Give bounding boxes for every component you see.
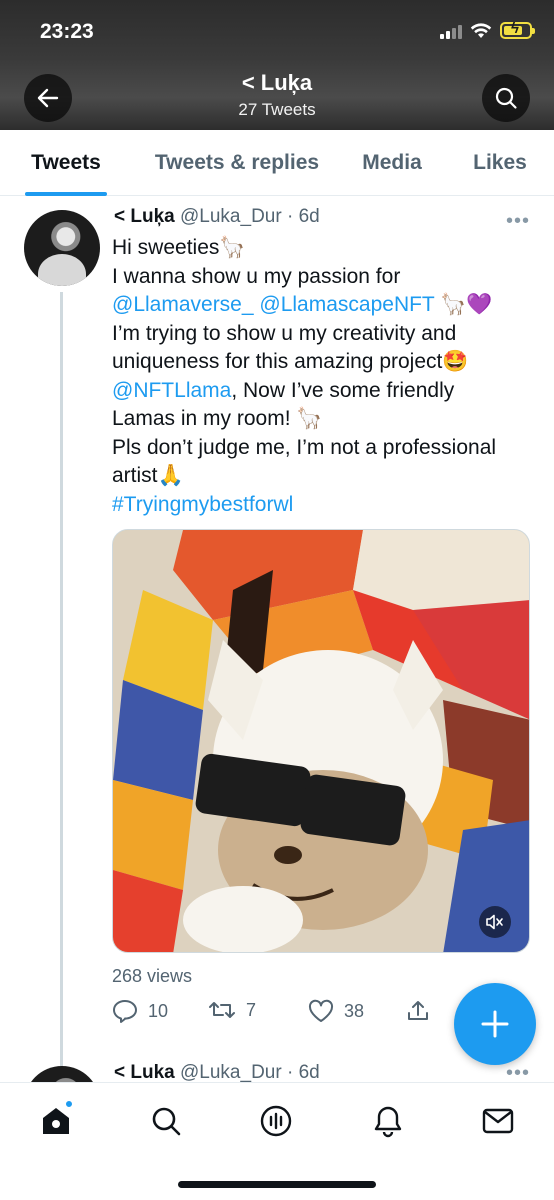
more-options-icon[interactable]: •••: [506, 1062, 530, 1082]
tweet-count: 27 Tweets: [238, 100, 316, 119]
volume-mute-icon: [486, 914, 503, 930]
tweet-line: Lamas in my room! 🦙: [112, 407, 323, 430]
battery-charging-icon: ϟ: [500, 20, 535, 39]
wifi-icon: [470, 22, 492, 38]
mention-link[interactable]: @NFTLlama: [112, 379, 231, 402]
next-tweet[interactable]: < Luka @Luka_Dur · 6d •••: [0, 1060, 554, 1082]
tweet-line: @Llamaverse_ @LlamascapeNFT 🦙💜: [112, 291, 532, 320]
cellular-signal-icon: [440, 23, 462, 39]
nav-spaces[interactable]: [256, 1101, 296, 1141]
tab-likes[interactable]: Likes: [468, 130, 532, 196]
share-icon: [408, 1001, 428, 1020]
tweet-line: @NFTLlama, Now I’ve some friendly: [112, 377, 532, 406]
retweet-icon: [209, 1002, 235, 1018]
tweet-text-fragment: , Now I’ve some friendly: [231, 378, 455, 402]
emoji-text: 🦙💜: [434, 293, 493, 316]
reply-count: 10: [148, 1000, 169, 1021]
mail-icon: [482, 1108, 514, 1134]
tweet-actions: 10 7 38: [112, 999, 442, 1029]
tweet-text: Hi sweeties🦙 I wanna show u my passion f…: [112, 234, 532, 519]
tweet-header: < Luķa @Luka_Dur · 6d: [114, 206, 320, 228]
retweet-count: 7: [246, 999, 257, 1020]
tab-label: Likes: [473, 151, 527, 174]
tab-tweets-and-replies[interactable]: Tweets & replies: [148, 130, 326, 196]
profile-tabs: Tweets Tweets & replies Media Likes: [0, 130, 554, 196]
home-indicator: [178, 1181, 376, 1188]
bottom-navigation: [0, 1082, 554, 1200]
search-icon: [495, 87, 517, 109]
compose-tweet-button[interactable]: [454, 983, 536, 1065]
hashtag-link[interactable]: #Tryingmybestforwl: [112, 491, 532, 520]
author-name[interactable]: < Luka: [114, 1062, 175, 1082]
avatar[interactable]: [24, 210, 100, 286]
profile-screen: 23:23 ϟ < Luķa 27 Tweets Tweets Tweets &…: [0, 0, 554, 1200]
thread-line: [60, 292, 63, 1162]
status-time: 23:23: [40, 20, 94, 43]
tweet-line: I’m trying to show u my creativity and: [112, 321, 457, 345]
tab-media[interactable]: Media: [356, 130, 428, 196]
tweet-header: < Luka @Luka_Dur · 6d: [114, 1062, 320, 1082]
notification-dot: [64, 1099, 74, 1109]
like-button[interactable]: 38: [308, 999, 364, 1023]
nav-messages[interactable]: [478, 1101, 518, 1141]
reply-button[interactable]: 10: [112, 999, 168, 1023]
profile-name: < Luķa: [241, 70, 313, 95]
tweet-line: artist🙏: [112, 464, 184, 487]
spaces-microphone-icon: [260, 1105, 292, 1137]
plus-icon: [481, 1010, 509, 1038]
author-name[interactable]: < Luķa: [114, 206, 175, 227]
mention-link[interactable]: @Llamaverse_: [112, 293, 254, 316]
author-handle[interactable]: @Luka_Dur: [180, 206, 282, 227]
heart-icon: [308, 999, 334, 1022]
status-icons: ϟ: [440, 20, 535, 39]
reply-icon: [113, 1000, 137, 1023]
llama-painting-image: [113, 530, 529, 952]
nav-notifications[interactable]: [368, 1101, 408, 1141]
tab-label: Tweets & replies: [154, 151, 320, 174]
search-icon: [152, 1107, 181, 1136]
mute-button[interactable]: [479, 906, 511, 938]
tweet-line: Pls don’t judge me, I’m not a profession…: [112, 435, 497, 459]
nav-home[interactable]: [36, 1099, 76, 1141]
tweet-time: · 6d: [286, 1062, 320, 1082]
retweet-button[interactable]: 7: [208, 999, 256, 1021]
header-title-block: < Luķa 27 Tweets: [0, 70, 554, 120]
like-count: 38: [344, 1000, 365, 1021]
active-tab-indicator: [25, 192, 107, 196]
author-handle[interactable]: @Luka_Dur: [180, 1062, 282, 1082]
tab-tweets[interactable]: Tweets: [22, 130, 110, 196]
tab-label: Tweets: [31, 151, 101, 174]
tweet-line: I wanna show u my passion for: [112, 264, 401, 288]
more-options-icon[interactable]: •••: [506, 210, 530, 233]
profile-header: 23:23 ϟ < Luķa 27 Tweets: [0, 0, 554, 130]
tweet-line: Hi sweeties🦙: [112, 236, 246, 259]
share-button[interactable]: [406, 999, 430, 1023]
home-icon: [43, 1108, 69, 1134]
tweet-time: · 6d: [286, 206, 320, 227]
tweet-line: uniqueness for this amazing project🤩: [112, 350, 469, 373]
search-button[interactable]: [482, 74, 530, 122]
tab-label: Media: [362, 151, 422, 174]
mention-link[interactable]: @LlamascapeNFT: [259, 293, 434, 316]
avatar[interactable]: [24, 1066, 100, 1082]
bell-icon: [374, 1106, 402, 1138]
nav-search[interactable]: [146, 1101, 186, 1141]
tweet-video[interactable]: [112, 529, 530, 953]
view-count: 268 views: [112, 966, 193, 986]
